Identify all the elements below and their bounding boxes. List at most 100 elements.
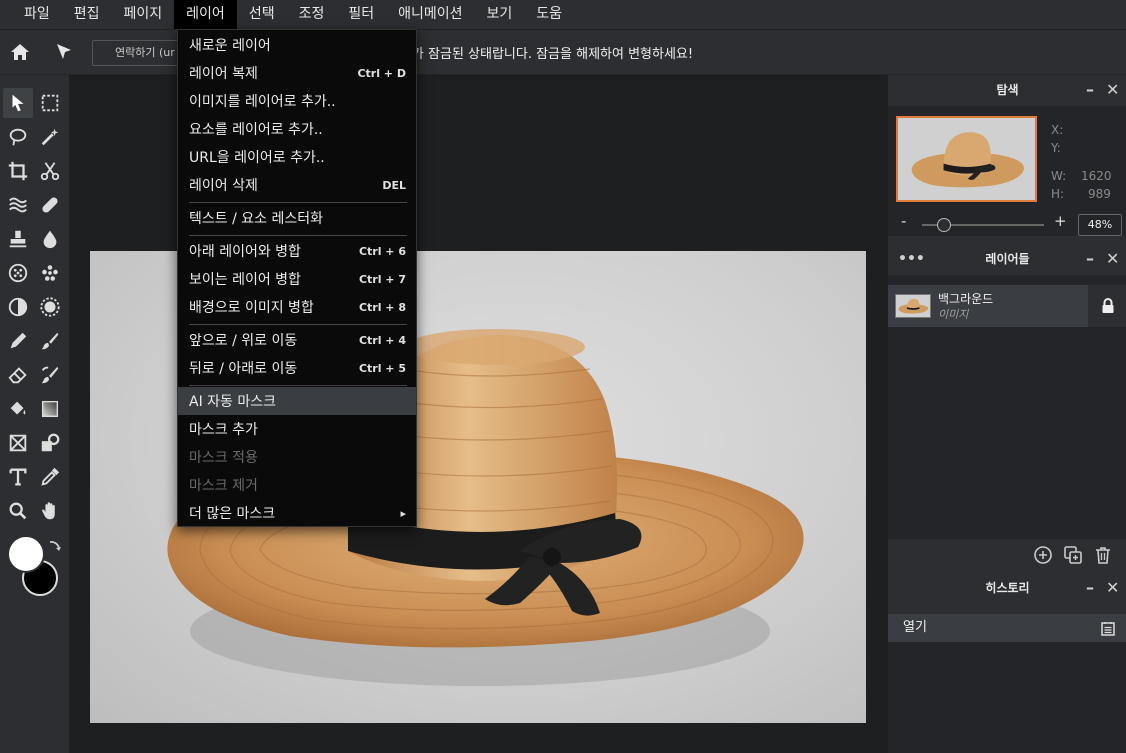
layer-thumbnail xyxy=(895,294,931,318)
w-label: W: xyxy=(1051,169,1067,183)
menu-merge-visible[interactable]: 보이는 레이어 병합 Ctrl + 7 xyxy=(178,265,416,293)
navigator-thumbnail[interactable] xyxy=(896,116,1037,202)
menu-help[interactable]: 도움 xyxy=(524,0,574,29)
history-header: 히스토리 – ✕ xyxy=(888,573,1126,603)
w-value: 1620 xyxy=(1081,169,1112,183)
eraser-icon xyxy=(8,367,27,384)
magnifier-icon xyxy=(9,502,27,520)
text-tool[interactable] xyxy=(3,462,33,492)
sun-gear-icon xyxy=(40,297,60,317)
menu-view[interactable]: 보기 xyxy=(475,0,525,29)
menu-send-backward[interactable]: 뒤로 / 아래로 이동 Ctrl + 5 xyxy=(178,354,416,382)
magic-wand-icon xyxy=(41,128,59,146)
menu-select[interactable]: 선택 xyxy=(237,0,287,29)
add-layer-icon[interactable] xyxy=(1033,545,1053,565)
close-icon[interactable]: ✕ xyxy=(1106,573,1119,603)
menu-remove-mask[interactable]: 마스크 제거 xyxy=(178,471,416,499)
zoom-value-input[interactable]: 48% xyxy=(1078,214,1122,236)
hand-tool[interactable] xyxy=(35,496,65,526)
minimize-icon[interactable]: – xyxy=(1086,244,1094,274)
home-icon[interactable] xyxy=(8,40,32,64)
marquee-tool[interactable] xyxy=(35,88,65,118)
select-tool[interactable] xyxy=(3,88,33,118)
menu-separator xyxy=(189,324,407,325)
menu-apply-mask[interactable]: 마스크 적용 xyxy=(178,443,416,471)
gradient-tool[interactable] xyxy=(35,394,65,424)
menu-flatten-image[interactable]: 배경으로 이미지 병합 Ctrl + 8 xyxy=(178,293,416,321)
layer-menu-dropdown: 새로운 레이어 레이어 복제 Ctrl + D 이미지를 레이어로 추가.. 요소… xyxy=(177,29,417,527)
zoom-out-button[interactable]: - xyxy=(901,212,906,230)
swap-colors-icon[interactable] xyxy=(46,539,62,555)
tool-panel xyxy=(0,75,69,753)
menu-add-url-as-layer[interactable]: URL을 레이어로 추가.. xyxy=(178,143,416,171)
element-tool[interactable] xyxy=(35,428,65,458)
close-icon[interactable]: ✕ xyxy=(1106,75,1119,105)
bandage-icon xyxy=(42,197,58,213)
magic-wand-tool[interactable] xyxy=(35,122,65,152)
menu-merge-down[interactable]: 아래 레이어와 병합 Ctrl + 6 xyxy=(178,237,416,265)
close-icon[interactable]: ✕ xyxy=(1106,244,1119,274)
history-entry[interactable]: 열기 xyxy=(888,614,1126,642)
menu-new-layer[interactable]: 새로운 레이어 xyxy=(178,31,416,59)
brush-icon xyxy=(41,332,59,350)
minimize-icon[interactable]: – xyxy=(1086,573,1094,603)
menu-animation[interactable]: 애니메이션 xyxy=(386,0,474,29)
fill-tool[interactable] xyxy=(3,394,33,424)
zoom-in-button[interactable]: + xyxy=(1054,212,1067,230)
liquify-tool[interactable] xyxy=(3,190,33,220)
menu-add-image-as-layer[interactable]: 이미지를 레이어로 추가.. xyxy=(178,87,416,115)
replace-color-tool[interactable] xyxy=(35,360,65,390)
menu-bring-forward[interactable]: 앞으로 / 위로 이동 Ctrl + 4 xyxy=(178,326,416,354)
menu-file[interactable]: 파일 xyxy=(12,0,62,29)
layer-row[interactable]: 백그라운드 이미지 xyxy=(888,285,1126,327)
menu-adjust[interactable]: 조정 xyxy=(287,0,337,29)
heal-tool[interactable] xyxy=(35,190,65,220)
navigator-title: 탐색 xyxy=(996,83,1019,97)
layer-type: 이미지 xyxy=(938,308,969,321)
foreground-color-swatch[interactable] xyxy=(7,535,45,573)
dodge-tool[interactable] xyxy=(3,292,33,322)
eraser-tool[interactable] xyxy=(3,360,33,390)
shape-tool[interactable] xyxy=(3,428,33,458)
menu-filter[interactable]: 필터 xyxy=(336,0,386,29)
x-label: X: xyxy=(1051,123,1064,137)
zoom-tool[interactable] xyxy=(3,496,33,526)
color-picker-tool[interactable] xyxy=(35,462,65,492)
zoom-row: - + 48% xyxy=(888,211,1126,237)
menu-separator xyxy=(189,235,407,236)
trash-icon[interactable] xyxy=(1093,545,1113,565)
crop-tool[interactable] xyxy=(3,156,33,186)
brush-tool[interactable] xyxy=(35,326,65,356)
move-tool-icon[interactable] xyxy=(52,40,76,64)
lasso-tool[interactable] xyxy=(3,122,33,152)
layer-thumb-hat-image xyxy=(896,295,930,317)
menu-add-mask[interactable]: 마스크 추가 xyxy=(178,415,416,443)
duplicate-layer-icon[interactable] xyxy=(1063,545,1083,565)
layer-lock-button[interactable] xyxy=(1088,285,1126,327)
menu-page[interactable]: 페이지 xyxy=(112,0,175,29)
sponge-tool[interactable] xyxy=(3,258,33,288)
cut-tool[interactable] xyxy=(35,156,65,186)
blur-tool[interactable] xyxy=(35,224,65,254)
menu-duplicate-layer[interactable]: 레이어 복제 Ctrl + D xyxy=(178,59,416,87)
scissors-icon xyxy=(40,162,60,181)
menu-ai-auto-mask[interactable]: AI 자동 마스크 xyxy=(178,387,416,415)
wave-icon xyxy=(9,197,27,213)
minimize-icon[interactable]: – xyxy=(1086,75,1094,105)
text-icon xyxy=(9,468,27,486)
document-icon xyxy=(1101,622,1115,636)
menu-delete-layer[interactable]: 레이어 삭제 DEL xyxy=(178,171,416,199)
h-label: H: xyxy=(1051,187,1065,201)
menu-more-masks[interactable]: 더 많은 마스크 ▸ xyxy=(178,499,416,527)
spot-tool[interactable] xyxy=(35,258,65,288)
menu-layer[interactable]: 레이어 xyxy=(174,0,237,29)
stamp-tool[interactable] xyxy=(3,224,33,254)
menu-edit[interactable]: 편집 xyxy=(62,0,112,29)
menu-rasterize[interactable]: 텍스트 / 요소 레스터화 xyxy=(178,204,416,232)
zoom-slider-handle[interactable] xyxy=(937,218,951,232)
sharpen-tool[interactable] xyxy=(35,292,65,322)
more-options-icon[interactable]: ••• xyxy=(898,244,925,274)
paint-bucket-icon xyxy=(10,401,26,415)
pencil-tool[interactable] xyxy=(3,326,33,356)
menu-add-element-as-layer[interactable]: 요소를 레이어로 추가.. xyxy=(178,115,416,143)
